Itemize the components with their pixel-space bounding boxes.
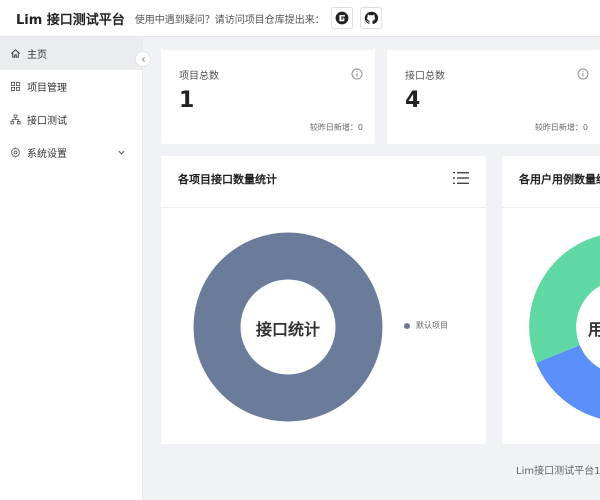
sidebar: 主页 项目管理 接口测试 系统设置 [0, 37, 143, 500]
stat-label: 项目总数 [179, 71, 219, 82]
gear-icon [10, 147, 21, 158]
stat-card-apis: 接口总数 4 较昨日新增：0 [387, 50, 600, 144]
chart-legend[interactable]: 默认项目 [404, 320, 448, 331]
stat-card-projects: 项目总数 1 较昨日新增：0 [161, 50, 375, 144]
sidebar-item-settings[interactable]: 系统设置 [0, 136, 142, 169]
legend-label: 默认项目 [416, 321, 448, 330]
stat-sub: 较昨日新增：0 [534, 123, 588, 132]
sidebar-collapse-button[interactable] [135, 51, 151, 67]
help-text: 使用中遇到疑问？请访问项目仓库提出来： [134, 14, 325, 26]
footer-text: Lim接口测试平台1.0 [516, 466, 600, 477]
stat-value: 4 [405, 88, 421, 113]
gitee-button[interactable] [330, 7, 353, 29]
info-icon[interactable] [577, 65, 589, 80]
donut-center-label: 用 [588, 320, 600, 339]
app-title: Lim 接口测试平台 [16, 12, 125, 28]
github-icon [364, 11, 378, 25]
donut-slice-blue[interactable] [536, 344, 600, 419]
stat-sub: 较昨日新增：0 [309, 123, 363, 132]
grid-icon [10, 81, 21, 92]
donut-center-label: 接口统计 [255, 320, 320, 339]
stat-label: 接口总数 [405, 71, 445, 82]
sidebar-item-home[interactable]: 主页 [0, 37, 142, 70]
chart-header: 各项目接口数量统计 [161, 156, 486, 208]
stat-value: 1 [179, 88, 195, 113]
sidebar-item-label: 系统设置 [27, 149, 67, 160]
sidebar-item-label: 接口测试 [27, 116, 67, 127]
hierarchy-icon [10, 114, 21, 125]
sidebar-item-projects[interactable]: 项目管理 [0, 70, 142, 103]
list-icon[interactable] [453, 171, 469, 185]
home-icon [10, 48, 21, 59]
sidebar-item-api-test[interactable]: 接口测试 [0, 103, 142, 136]
sidebar-item-label: 主页 [27, 50, 47, 61]
chart-title: 各项目接口数量统计 [178, 173, 277, 186]
chart-header: 各用户用例数量统计 [502, 156, 600, 208]
chevron-down-icon[interactable] [117, 148, 126, 157]
chevron-left-icon [141, 56, 145, 62]
sidebar-item-label: 项目管理 [27, 83, 67, 94]
gitee-icon [335, 11, 349, 25]
chart-card-user-cases: 各用户用例数量统计 用 [502, 156, 600, 444]
chart-card-project-apis: 各项目接口数量统计 接口统计 默认项目 [161, 156, 486, 444]
info-icon[interactable] [351, 65, 363, 80]
github-button[interactable] [359, 7, 382, 29]
chart-title: 各用户用例数量统计 [519, 173, 600, 186]
top-header: Lim 接口测试平台 使用中遇到疑问？请访问项目仓库提出来： [0, 0, 600, 37]
legend-dot [404, 322, 410, 329]
